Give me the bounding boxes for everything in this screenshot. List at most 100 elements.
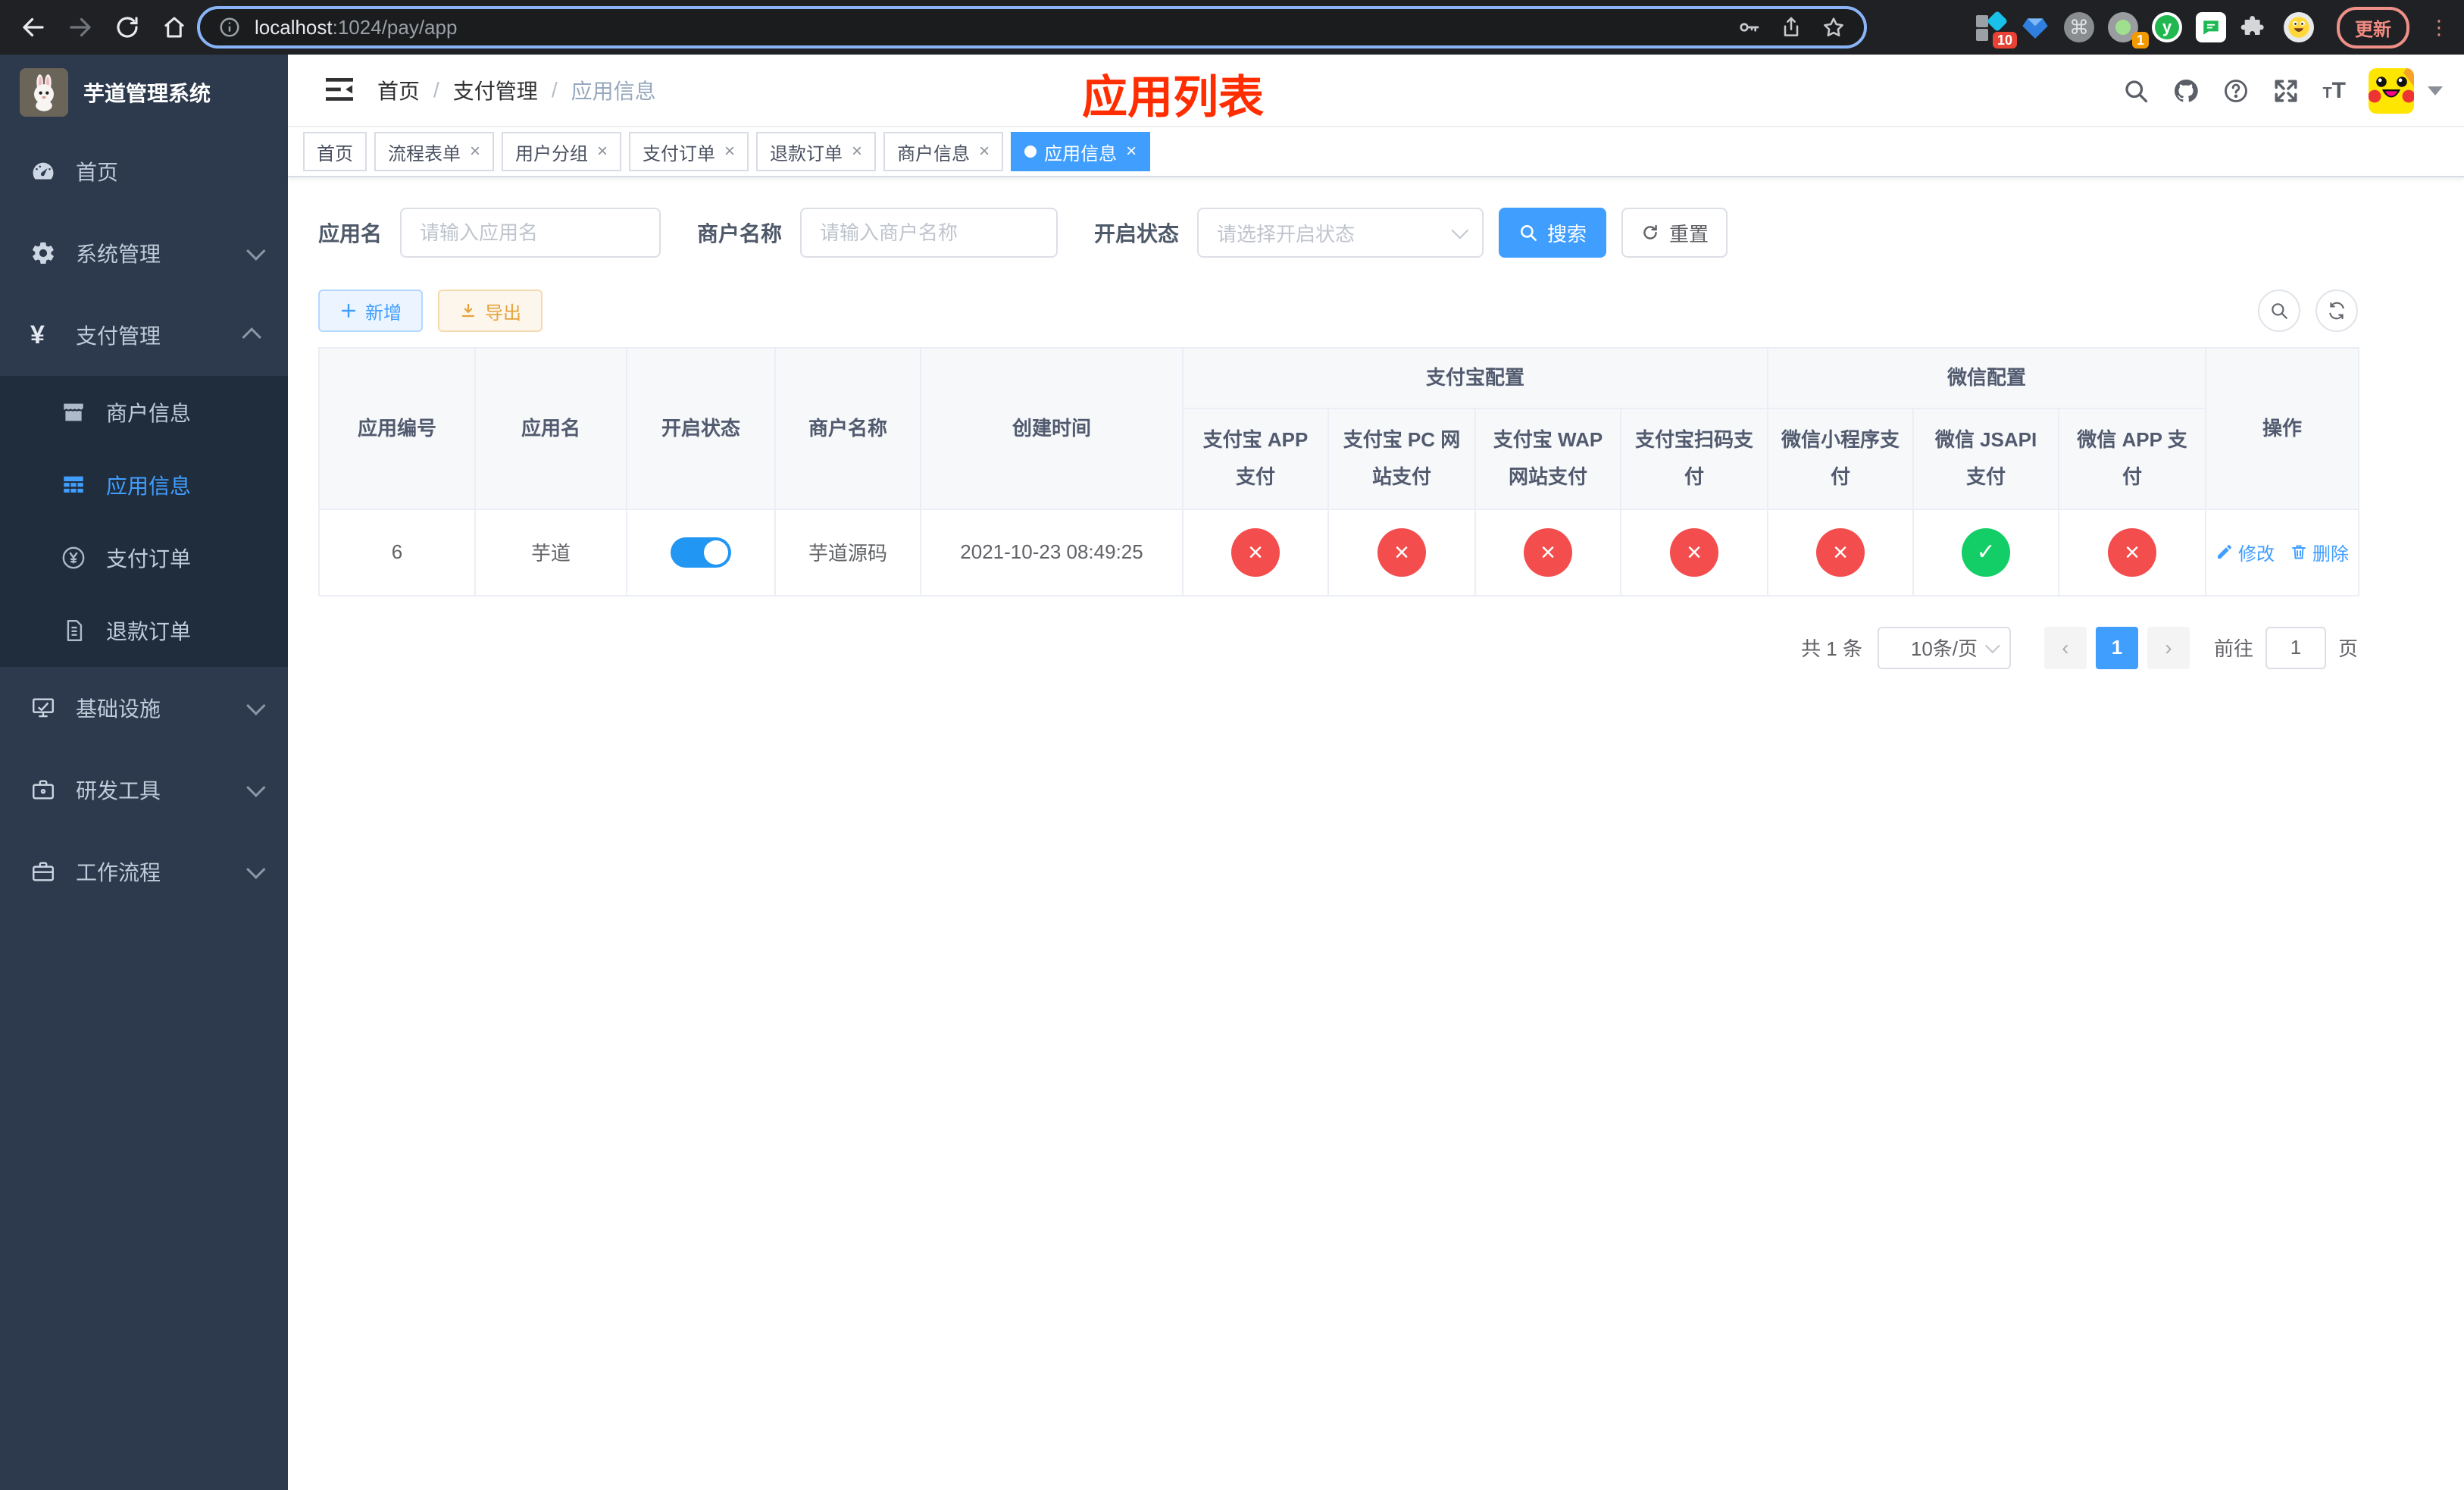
breadcrumb-payment[interactable]: 支付管理 — [453, 75, 538, 105]
user-avatar[interactable] — [2369, 68, 2414, 114]
tab-user-group[interactable]: 用户分组 × — [502, 132, 622, 171]
tab-pay-order[interactable]: 支付订单 × — [629, 132, 749, 171]
browser-back-icon[interactable] — [20, 14, 47, 41]
sidebar-item-app-info[interactable]: 应用信息 — [0, 449, 288, 521]
extension-chat-icon[interactable] — [2196, 12, 2226, 42]
channel-status-icon — [1816, 527, 1865, 577]
extensions-puzzle-icon[interactable] — [2240, 12, 2270, 42]
extension-blocks-icon[interactable]: 10 — [1976, 10, 2017, 49]
key-icon[interactable] — [1737, 15, 1761, 39]
channel-status-icon — [1962, 527, 2011, 577]
sidebar-item-pay-order[interactable]: 支付订单 — [0, 521, 288, 594]
browser-chrome: localhost:1024/pay/app 10 ⌘ 1 y 更新 ⋮ — [0, 0, 2464, 55]
group-wechat-config: 微信配置 — [1767, 347, 2207, 409]
status-select[interactable]: 请选择开启状态 — [1197, 208, 1484, 258]
chevron-down-icon — [246, 241, 266, 261]
extension-command-icon[interactable]: ⌘ — [2064, 12, 2094, 42]
tab-app-info[interactable]: 应用信息 × — [1011, 132, 1151, 171]
total-count: 共 1 条 — [1801, 637, 1862, 661]
table-row: 6 芋道 芋道源码 2021-10-23 08:49:25 × × × × × … — [318, 508, 2360, 596]
url-bar[interactable]: localhost:1024/pay/app — [197, 6, 1867, 49]
next-page-button[interactable]: › — [2147, 626, 2190, 669]
prev-page-button[interactable]: ‹ — [2043, 626, 2087, 669]
cell-app-id: 6 — [318, 508, 476, 596]
close-icon[interactable]: × — [470, 142, 480, 161]
sidebar-item-merchant-info[interactable]: 商户信息 — [0, 376, 288, 449]
col-wechat-jsapi: 微信 JSAPI 支付 — [1912, 407, 2060, 510]
add-button[interactable]: 新增 — [318, 290, 423, 332]
sidebar-item-workflow[interactable]: 工作流程 — [0, 831, 288, 912]
url-text: localhost:1024/pay/app — [255, 15, 458, 39]
col-alipay-scan: 支付宝扫码支付 — [1619, 407, 1769, 510]
delete-button[interactable]: 删除 — [2290, 539, 2349, 565]
channel-status-icon — [1231, 527, 1280, 577]
tab-merchant-info[interactable]: 商户信息 × — [883, 132, 1004, 171]
sidebar-item-refund-order[interactable]: 退款订单 — [0, 594, 288, 667]
col-wechat-app: 微信 APP 支付 — [2058, 407, 2207, 510]
refresh-button[interactable] — [2315, 290, 2358, 332]
sidebar-item-system[interactable]: 系统管理 — [0, 212, 288, 294]
channel-status-icon — [1524, 527, 1572, 577]
browser-reload-icon[interactable] — [114, 14, 141, 41]
profile-emoji-avatar[interactable] — [2284, 12, 2314, 42]
export-button[interactable]: 导出 — [438, 290, 543, 332]
browser-menu-icon[interactable]: ⋮ — [2429, 17, 2449, 37]
share-icon[interactable] — [1779, 15, 1803, 39]
sidebar-item-label: 工作流程 — [76, 861, 161, 884]
sidebar-item-dev-tools[interactable]: 研发工具 — [0, 749, 288, 831]
browser-forward-icon[interactable] — [67, 14, 94, 41]
tab-home[interactable]: 首页 — [303, 132, 367, 171]
search-icon[interactable] — [2122, 77, 2150, 105]
close-icon[interactable]: × — [852, 142, 862, 161]
sidebar-logo-row[interactable]: 芋道管理系统 — [0, 55, 288, 130]
app-name-input[interactable] — [400, 208, 661, 258]
github-icon[interactable] — [2172, 77, 2200, 105]
avatar-caret-icon[interactable] — [2428, 86, 2443, 95]
sidebar-item-payment[interactable]: ¥ 支付管理 — [0, 294, 288, 376]
channel-status-icon — [1670, 527, 1718, 577]
close-icon[interactable]: × — [597, 142, 608, 161]
close-icon[interactable]: × — [979, 142, 990, 161]
edit-button[interactable]: 修改 — [2215, 539, 2275, 565]
logo-image — [20, 68, 68, 117]
fullscreen-icon[interactable] — [2272, 77, 2300, 105]
monitor-check-icon — [30, 695, 56, 721]
group-alipay-config: 支付宝配置 — [1181, 347, 1769, 409]
tab-refund-order[interactable]: 退款订单 × — [756, 132, 877, 171]
col-alipay-pc: 支付宝 PC 网站支付 — [1327, 407, 1476, 510]
page-number-button[interactable]: 1 — [2095, 626, 2138, 669]
search-button[interactable]: 搜索 — [1499, 208, 1607, 258]
sidebar-item-infra[interactable]: 基础设施 — [0, 667, 288, 749]
sidebar-collapse-icon[interactable] — [326, 78, 353, 102]
goto-unit: 页 — [2337, 637, 2358, 661]
merchant-name-input[interactable] — [800, 208, 1058, 258]
browser-home-icon[interactable] — [161, 14, 188, 41]
sidebar-item-label: 首页 — [76, 161, 119, 184]
extension-gem-icon[interactable] — [2020, 12, 2050, 42]
bookmark-star-icon[interactable] — [1821, 15, 1846, 39]
browser-update-button[interactable]: 更新 — [2337, 6, 2409, 49]
col-wechat-mini: 微信小程序支付 — [1767, 407, 1915, 510]
info-icon[interactable] — [218, 16, 241, 39]
tab-process-form[interactable]: 流程表单 × — [374, 132, 495, 171]
font-size-icon[interactable]: TT — [2322, 80, 2346, 102]
briefcase-icon — [30, 777, 56, 803]
filter-form: 应用名 商户名称 开启状态 请选择开启状态 搜索 重置 — [318, 208, 2358, 258]
extension-y-icon[interactable]: y — [2152, 12, 2182, 42]
page-size-select[interactable]: 10条/页 — [1877, 626, 2011, 669]
goto-page-input[interactable] — [2265, 626, 2326, 669]
extension-record-icon[interactable]: 1 — [2108, 12, 2149, 49]
toggle-search-button[interactable] — [2258, 290, 2300, 332]
breadcrumb-home[interactable]: 首页 — [377, 75, 420, 105]
close-icon[interactable]: × — [1126, 142, 1137, 161]
close-icon[interactable]: × — [724, 142, 735, 161]
sidebar-item-home[interactable]: 首页 — [0, 130, 288, 212]
sidebar-item-label: 应用信息 — [106, 474, 192, 498]
table-grid-icon — [61, 472, 86, 498]
enabled-toggle[interactable] — [671, 537, 731, 568]
merchant-name-label: 商户名称 — [697, 222, 783, 246]
help-icon[interactable] — [2222, 77, 2250, 105]
extension-badge: 1 — [2131, 32, 2149, 49]
reset-button[interactable]: 重置 — [1621, 208, 1728, 258]
col-app-id: 应用编号 — [318, 346, 476, 510]
